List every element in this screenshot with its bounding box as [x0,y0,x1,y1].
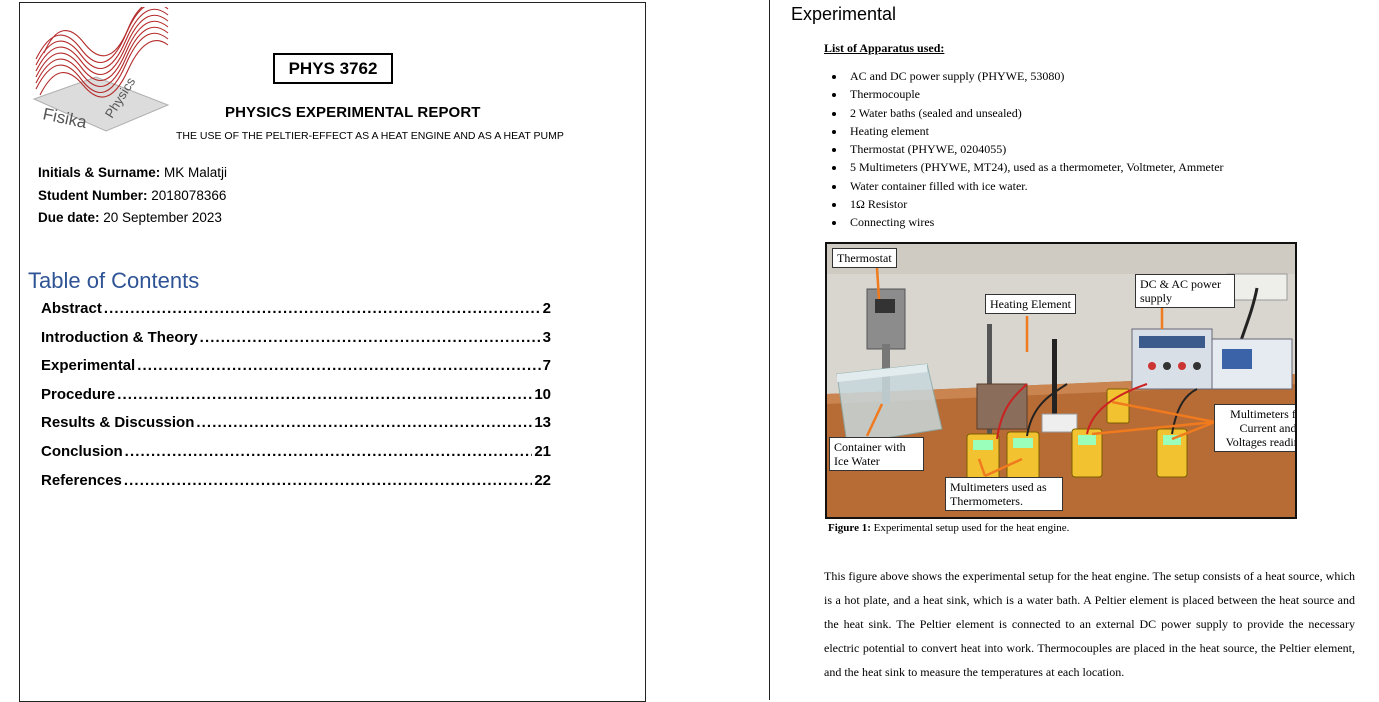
toc-entry-page: 3 [542,328,551,346]
toc-entry-title: Experimental [41,357,136,375]
student-number-value: 2018078366 [151,188,227,203]
report-subtitle: THE USE OF THE PELTIER-EFFECT AS A HEAT … [176,130,564,142]
toc-dot-leader: ........................................… [124,442,533,460]
toc-entry-title: References [41,471,122,489]
figure-caption: Figure 1: Experimental setup used for th… [828,522,1069,534]
toc-entry-title: Procedure [41,385,116,403]
toc-entry-page: 7 [542,357,551,375]
callout-thermostat: Thermostat [832,248,897,268]
toc-entry-title: Introduction & Theory [41,328,198,346]
student-name-line: Initials & Surname: MK Malatji [38,165,227,180]
list-item: Water container filled with ice water. [846,177,1224,195]
student-number-label: Student Number: [38,188,148,203]
due-date-label: Due date: [38,210,100,225]
due-date-value: 20 September 2023 [103,210,222,225]
toc-entry-introduction[interactable]: Introduction & Theory ..................… [41,329,551,358]
toc-dot-leader: ........................................… [199,328,541,346]
course-code-box: PHYS 3762 [273,53,393,84]
experimental-setup-photo: Thermostat Heating Element DC & AC power… [825,242,1297,519]
report-title: PHYSICS EXPERIMENTAL REPORT [225,104,481,121]
toc-entry-conclusion[interactable]: Conclusion .............................… [41,443,551,472]
callout-heating-element: Heating Element [985,294,1076,314]
list-item: 2 Water baths (sealed and unsealed) [846,104,1224,122]
student-name-value: MK Malatji [164,165,228,180]
callout-container: Container with Ice Water [829,437,924,471]
toc-entry-title: Abstract [41,300,102,317]
experimental-page: Experimental List of Apparatus used: AC … [769,0,1379,700]
toc-entry-page: 2 [542,300,551,317]
toc-dot-leader: ........................................… [196,414,532,432]
toc-entry-page: 22 [534,471,551,489]
toc-entry-experimental[interactable]: Experimental ...........................… [41,357,551,386]
body-paragraph: This figure above shows the experimental… [824,569,1355,679]
callout-power-supply: DC & AC power supply [1135,274,1235,308]
callout-multimeters-thermometers: Multimeters used as Thermometers. [945,477,1063,511]
list-item: Thermostat (PHYWE, 0204055) [846,140,1224,158]
callout-multimeters-readings: Multimeters for Current and Voltages rea… [1214,404,1295,452]
title-page: Fisika Physics PHYS 3762 PHYSICS EXPERIM… [19,2,646,702]
toc-entry-procedure[interactable]: Procedure ..............................… [41,386,551,415]
section-heading: Experimental [791,4,897,24]
toc-entry-references[interactable]: References .............................… [41,472,551,501]
list-item: 5 Multimeters (PHYWE, MT24), used as a t… [846,158,1224,176]
toc-entry-abstract[interactable]: Abstract ...............................… [41,300,551,329]
table-of-contents: Abstract ...............................… [41,300,551,500]
figure-caption-label: Figure 1: [828,522,871,534]
student-number-line: Student Number: 2018078366 [38,188,226,203]
course-code: PHYS 3762 [288,59,378,78]
toc-dot-leader: ........................................… [117,385,533,403]
list-item: Heating element [846,122,1224,140]
list-item: AC and DC power supply (PHYWE, 53080) [846,67,1224,85]
student-name-label: Initials & Surname: [38,165,161,180]
toc-entry-page: 13 [534,414,551,432]
toc-dot-leader: ........................................… [137,357,541,375]
toc-dot-leader: ........................................… [123,471,532,489]
toc-entry-page: 10 [534,385,551,403]
fisika-physics-logo: Fisika Physics [32,7,170,132]
toc-dot-leader: ........................................… [103,300,541,317]
toc-entry-page: 21 [534,442,551,460]
due-date-line: Due date: 20 September 2023 [38,210,222,225]
toc-entry-results[interactable]: Results & Discussion ...................… [41,414,551,443]
list-item: 1Ω Resistor [846,195,1224,213]
toc-heading: Table of Contents [28,268,200,293]
figure-caption-text: Experimental setup used for the heat eng… [873,522,1070,534]
toc-entry-title: Results & Discussion [41,414,195,432]
apparatus-list: AC and DC power supply (PHYWE, 53080) Th… [824,67,1224,232]
list-item: Thermocouple [846,85,1224,103]
apparatus-heading: List of Apparatus used: [824,41,945,55]
list-item: Connecting wires [846,213,1224,231]
toc-entry-title: Conclusion [41,442,123,460]
